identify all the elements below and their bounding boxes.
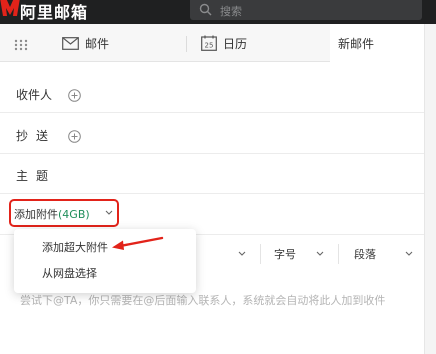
attachment-highlight <box>9 199 119 227</box>
search-box[interactable]: 搜索 <box>190 0 422 20</box>
font-size-select[interactable]: 字号 <box>274 246 296 262</box>
apps-grid-icon[interactable] <box>14 39 28 51</box>
font-size-chevron-down-icon[interactable] <box>316 251 324 257</box>
tab-separator <box>186 36 187 52</box>
top-header: 阿里邮箱 搜索 <box>0 0 436 24</box>
subject-row[interactable]: 主题 <box>0 157 424 194</box>
tab-bar: 邮件 25 日历 新邮件 <box>0 24 424 63</box>
toolbar-separator <box>338 244 339 264</box>
logo-mark-icon <box>0 0 20 16</box>
logo-text: 阿里邮箱 <box>20 3 89 22</box>
tab-mail[interactable]: 邮件 <box>62 24 109 62</box>
paragraph-chevron-down-icon[interactable] <box>405 251 413 257</box>
tab-new-mail-label: 新邮件 <box>338 37 375 51</box>
cc-row[interactable]: 抄送 <box>0 117 424 154</box>
attachment-dropdown: 添加超大附件 从网盘选择 <box>14 229 196 293</box>
font-chevron-down-icon[interactable] <box>238 251 246 257</box>
calendar-day-number: 25 <box>205 42 214 50</box>
subject-label: 主题 <box>16 169 57 183</box>
tab-calendar-label: 日历 <box>223 36 248 51</box>
to-row[interactable]: 收件人 <box>0 76 424 113</box>
cc-label: 抄送 <box>16 129 57 143</box>
tab-calendar[interactable]: 25 日历 <box>201 24 247 62</box>
menu-item-large-attachment[interactable]: 添加超大附件 <box>14 236 196 260</box>
paragraph-select[interactable]: 段落 <box>354 246 376 262</box>
editor-hint[interactable]: 尝试下@TA，你只需要在@后面输入联系人，系统就会自动将此人加到收件 <box>20 292 385 308</box>
search-placeholder: 搜索 <box>220 5 242 18</box>
annotation-arrow-icon <box>112 236 164 250</box>
search-icon <box>199 3 212 16</box>
toolbar-separator <box>260 244 261 264</box>
add-cc-icon[interactable] <box>68 130 81 143</box>
add-recipient-icon[interactable] <box>68 89 81 102</box>
to-label: 收件人 <box>16 88 53 102</box>
menu-item-from-netdisk[interactable]: 从网盘选择 <box>14 262 196 286</box>
tab-new-mail[interactable]: 新邮件 <box>330 24 424 63</box>
right-panel-edge <box>425 24 436 354</box>
mail-icon <box>62 36 79 50</box>
compose-page: 阿里邮箱 搜索 邮件 25 日历 新邮件 收件人 抄送 主题 添加附件 (4GB… <box>0 0 436 354</box>
calendar-icon: 25 <box>201 35 217 51</box>
tab-mail-label: 邮件 <box>85 36 110 51</box>
